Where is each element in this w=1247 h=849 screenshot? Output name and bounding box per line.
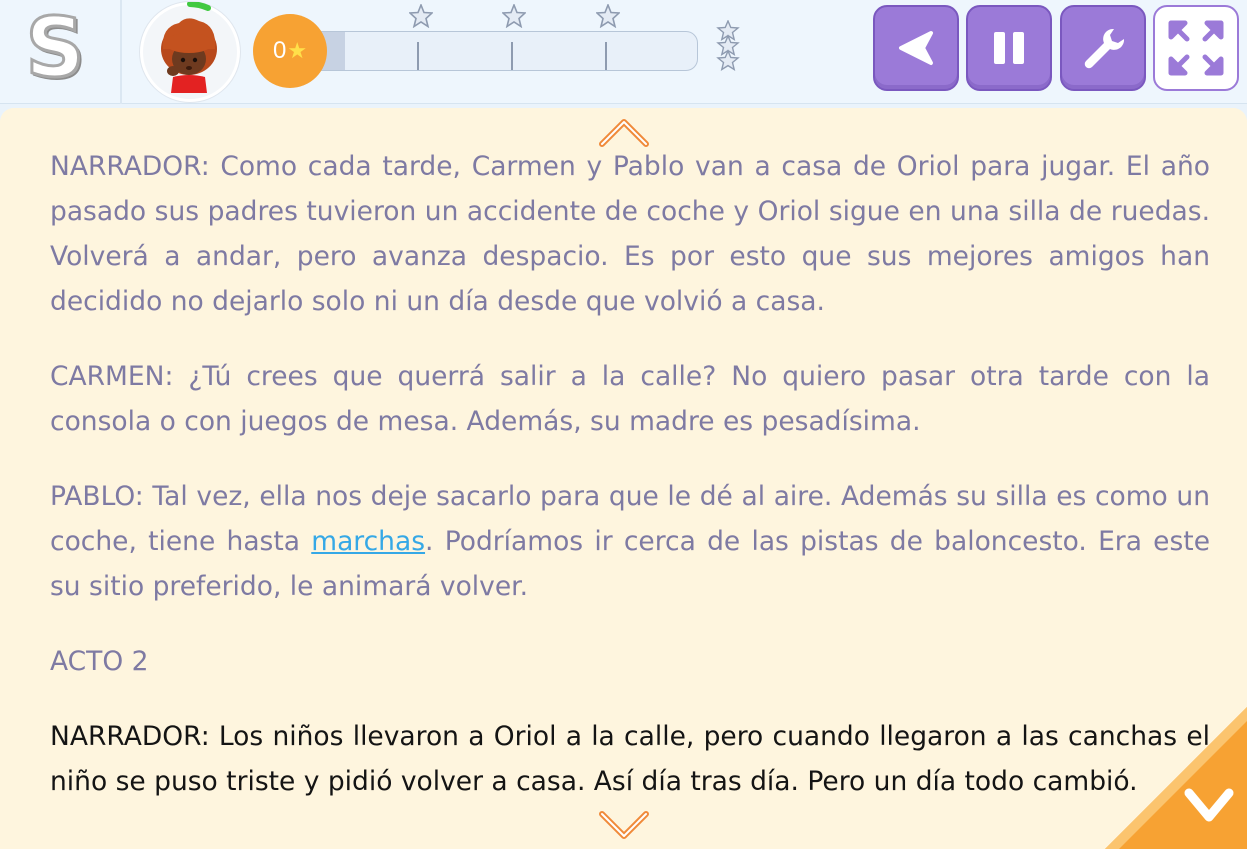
- paragraph-narrator-1: NARRADOR: Como cada tarde, Carmen y Pabl…: [50, 151, 1210, 317]
- triple-star-icon: [716, 20, 740, 72]
- milestone-star-icon: [502, 4, 526, 28]
- score-coin: 0 ★: [253, 14, 327, 88]
- settings-button[interactable]: [1060, 5, 1146, 91]
- top-bar: S S 0 ★: [0, 0, 1247, 104]
- paragraph-pablo: PABLO: Tal vez, ella nos deje sacarlo pa…: [50, 474, 1210, 609]
- scroll-up-chevron-icon[interactable]: [596, 114, 652, 152]
- progress-tick: [511, 42, 513, 70]
- pause-icon: [994, 32, 1024, 64]
- score-value: 0: [272, 37, 287, 64]
- logo-letter-front: S: [25, 10, 84, 90]
- fullscreen-button[interactable]: [1153, 5, 1239, 91]
- glossary-link-marchas[interactable]: marchas: [311, 526, 425, 557]
- paragraph-narrator-2: NARRADOR: Los niños llevaron a Oriol a l…: [50, 721, 1210, 797]
- pause-button[interactable]: [966, 5, 1052, 91]
- scroll-down-chevron-icon[interactable]: [596, 806, 652, 844]
- next-page-corner-button[interactable]: [1105, 707, 1247, 849]
- level-progress-bar: [318, 31, 698, 71]
- fullscreen-icon: [1168, 20, 1224, 76]
- milestone-star-icon: [409, 4, 433, 28]
- back-button[interactable]: [873, 5, 959, 91]
- reading-panel[interactable]: NARRADOR: Como cada tarde, Carmen y Pabl…: [0, 108, 1247, 849]
- milestone-star-icon: [596, 4, 620, 28]
- topbar-divider: [120, 0, 122, 104]
- app-logo[interactable]: S S: [22, 0, 92, 99]
- paragraph-carmen: CARMEN: ¿Tú crees que querrá salir a la …: [50, 361, 1210, 437]
- reading-text: NARRADOR: Como cada tarde, Carmen y Pabl…: [50, 144, 1210, 834]
- progress-tick: [605, 42, 607, 70]
- act-heading: ACTO 2: [50, 646, 149, 677]
- score-star-icon: ★: [287, 38, 308, 63]
- wrench-icon: [1084, 28, 1125, 69]
- progress-tick: [417, 42, 419, 70]
- back-arrow-icon: [899, 31, 933, 65]
- avatar-progress-ring: [187, 2, 211, 11]
